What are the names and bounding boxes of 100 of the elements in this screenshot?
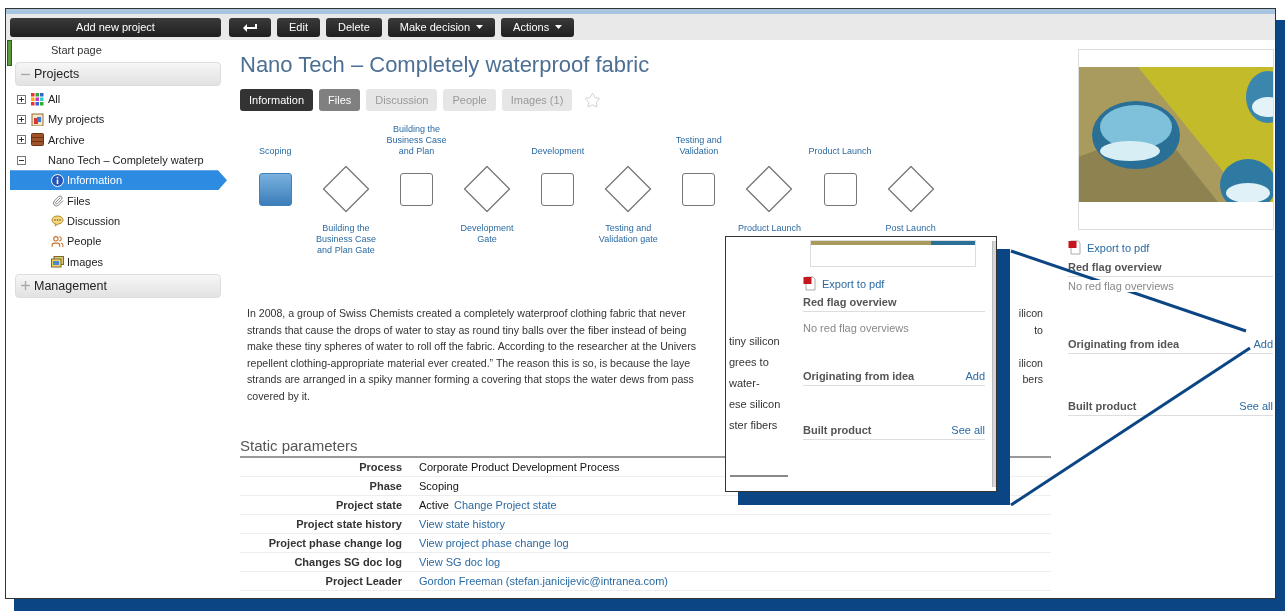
- parameter-link[interactable]: View SG doc log: [419, 556, 501, 568]
- section-title: Red flag overview: [803, 296, 897, 308]
- stage-square[interactable]: [258, 172, 292, 206]
- tree-item[interactable]: Discussion: [10, 210, 227, 232]
- images-icon: [51, 255, 64, 268]
- text-fragment: tiny silicon: [729, 334, 781, 349]
- tree-item[interactable]: Archive: [48, 133, 85, 146]
- clipboard-icon: [31, 112, 44, 126]
- parameter-link[interactable]: View state history: [419, 518, 505, 530]
- description-text: strands that cause the drops of water to stay as round tiny balls over the fiber instead of being: [247, 322, 687, 338]
- stage-square[interactable]: [400, 172, 433, 206]
- tree-item[interactable]: Files: [10, 190, 227, 211]
- description-text: make these tiny spheres of water to roll off the fabric. According to the researcher at the Univers: [247, 339, 697, 354]
- parameter-label: Process: [358, 461, 403, 473]
- section-link[interactable]: See all: [951, 424, 985, 436]
- gate-label: Post Launch: [884, 222, 937, 234]
- section-link[interactable]: Add: [1253, 338, 1273, 350]
- menu-button[interactable]: Make decision: [387, 17, 496, 37]
- expand-icon[interactable]: [17, 94, 26, 104]
- gate-label: Product Launch: [736, 222, 802, 234]
- add-project-button[interactable]: Add new project: [10, 17, 221, 37]
- side-marker: [7, 40, 12, 66]
- description-text: ilicon: [1018, 306, 1043, 321]
- caret-icon: [555, 25, 563, 29]
- text-fragment: ese silicon: [729, 397, 782, 412]
- cabinet-icon: [31, 133, 44, 147]
- stage-label: Testing and Validation: [674, 135, 723, 158]
- section-title: Built product: [1068, 400, 1137, 412]
- pdf-icon: [803, 276, 816, 291]
- tab[interactable]: Files: [319, 89, 361, 111]
- gate-diamond[interactable]: [321, 165, 370, 213]
- text-fragment: ster fibers: [729, 418, 779, 433]
- collapse-icon[interactable]: [17, 155, 26, 165]
- gate-label: Development Gate: [459, 222, 515, 245]
- parameter-label: Project state history: [295, 518, 403, 530]
- parameter-link[interactable]: Gordon Freeman (stefan.janicijevic@intranea.com): [419, 575, 668, 587]
- stage-label: Product Launch: [807, 146, 873, 158]
- chat-bubble-icon: [51, 214, 64, 227]
- stage-square[interactable]: [541, 172, 575, 206]
- text-fragment: water-: [729, 376, 761, 391]
- export-pdf-link[interactable]: Export to pdf: [822, 277, 885, 290]
- back-button[interactable]: [229, 17, 271, 37]
- tree-item[interactable]: My projects: [48, 113, 105, 126]
- gate-diamond[interactable]: [463, 165, 512, 213]
- star-icon[interactable]: [584, 91, 602, 109]
- text-fragment: grees to: [729, 355, 770, 370]
- accordion-header[interactable]: Management: [15, 273, 221, 298]
- section-link[interactable]: Add: [965, 370, 985, 382]
- back-arrow-icon: [243, 22, 257, 32]
- export-pdf-link[interactable]: Export to pdf: [1087, 241, 1150, 254]
- parameter-value: Scoping: [419, 480, 459, 492]
- tree-item[interactable]: Information: [10, 170, 227, 191]
- parameter-label: Project phase change log: [267, 537, 403, 549]
- tab[interactable]: Information: [240, 89, 314, 111]
- gate-diamond[interactable]: [886, 165, 935, 213]
- tree-item[interactable]: Nano Tech – Completely waterp: [48, 154, 204, 167]
- toolbar-button[interactable]: Edit: [277, 17, 320, 37]
- menu-button[interactable]: Actions: [501, 17, 575, 37]
- expand-icon[interactable]: [17, 114, 26, 124]
- description-text: covered by it.: [247, 388, 310, 404]
- tree-item[interactable]: People: [10, 231, 227, 252]
- description-text: repellent clothing-appropriate material ever created.” The reason this is so, is because the laye: [247, 355, 691, 371]
- tree-item[interactable]: All: [48, 93, 61, 106]
- empty-message: No red flag overviews: [803, 322, 909, 334]
- parameter-label: Project Leader: [324, 575, 403, 587]
- info-icon: [51, 173, 64, 187]
- gate-diamond[interactable]: [745, 165, 794, 213]
- description-text: ilicon: [1018, 355, 1043, 371]
- empty-message: No red flag overviews: [1068, 280, 1174, 292]
- section-title: Originating from idea: [1068, 338, 1180, 350]
- start-page-link[interactable]: Start page: [10, 42, 230, 60]
- description-text: bers: [1022, 372, 1043, 387]
- parameter-value: Active: [419, 499, 449, 511]
- expand-icon[interactable]: [17, 135, 26, 145]
- stage-label: Scoping: [258, 146, 293, 158]
- paperclip-icon: [51, 194, 64, 207]
- people-icon: [51, 234, 64, 248]
- parameter-link[interactable]: Change Project state: [453, 499, 557, 511]
- section-title: Originating from idea: [803, 370, 915, 382]
- section-title: Red flag overview: [1068, 261, 1162, 273]
- gate-diamond[interactable]: [604, 165, 653, 213]
- scrollbar[interactable]: [992, 241, 996, 487]
- gate-label: Building the Business Case and Plan Gate: [314, 222, 377, 256]
- section-link[interactable]: See all: [1239, 400, 1273, 412]
- description-text: In 2008, a group of Swiss Chemists created a completely waterproof clothing fabric that never: [247, 306, 686, 321]
- toolbar-button[interactable]: Delete: [325, 17, 382, 37]
- stage-label: Development: [530, 146, 586, 158]
- parameter-value: Corporate Product Development Process: [419, 461, 620, 473]
- parameter-label: Phase: [368, 480, 403, 492]
- gate-label: Testing and Validation gate: [597, 222, 659, 245]
- description-text: strands are arranged in a spiky manner forming a covering that stops the water dews from pass: [247, 372, 694, 387]
- project-title: Nano Tech – Completely waterproof fabric: [240, 52, 651, 78]
- accordion-header[interactable]: Projects: [15, 62, 221, 86]
- stage-square[interactable]: [682, 172, 716, 206]
- stage-square[interactable]: [823, 172, 857, 206]
- parameter-link[interactable]: View project phase change log: [419, 537, 569, 549]
- plus-icon: [21, 281, 30, 291]
- tree-item[interactable]: Images: [10, 251, 227, 272]
- pdf-icon: [1068, 240, 1081, 255]
- section-title: Built product: [803, 424, 872, 436]
